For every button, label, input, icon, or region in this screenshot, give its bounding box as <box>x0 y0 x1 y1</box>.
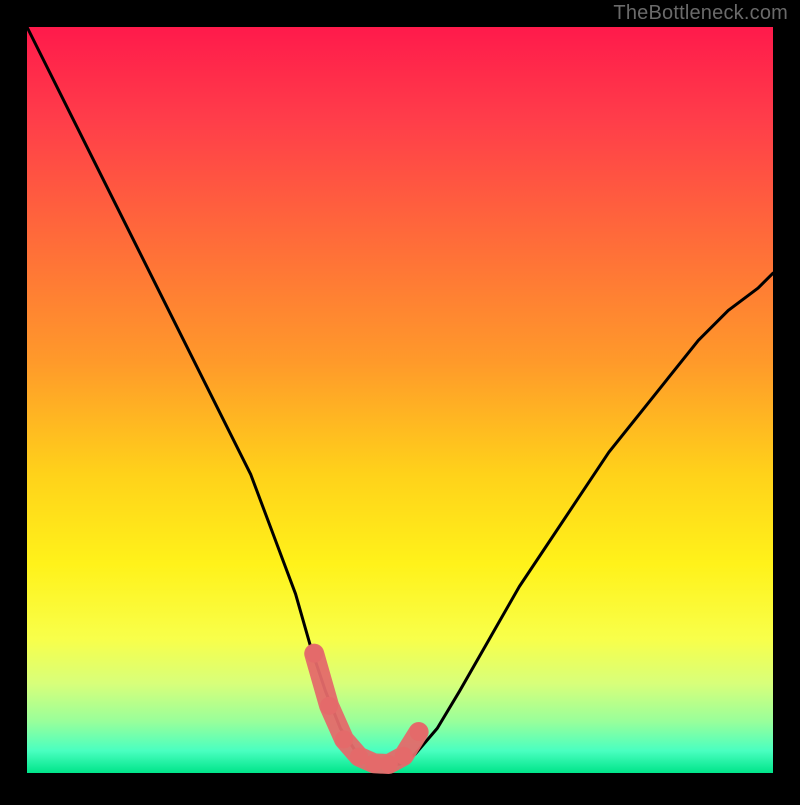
trough-marker <box>335 730 353 748</box>
trough-marker <box>305 645 323 663</box>
chart-frame: TheBottleneck.com <box>0 0 800 800</box>
bottleneck-chart <box>0 0 800 800</box>
trough-marker <box>410 723 428 741</box>
plot-background <box>27 27 773 773</box>
trough-marker <box>320 697 338 715</box>
watermark-label: TheBottleneck.com <box>613 2 788 25</box>
trough-marker <box>395 747 413 765</box>
